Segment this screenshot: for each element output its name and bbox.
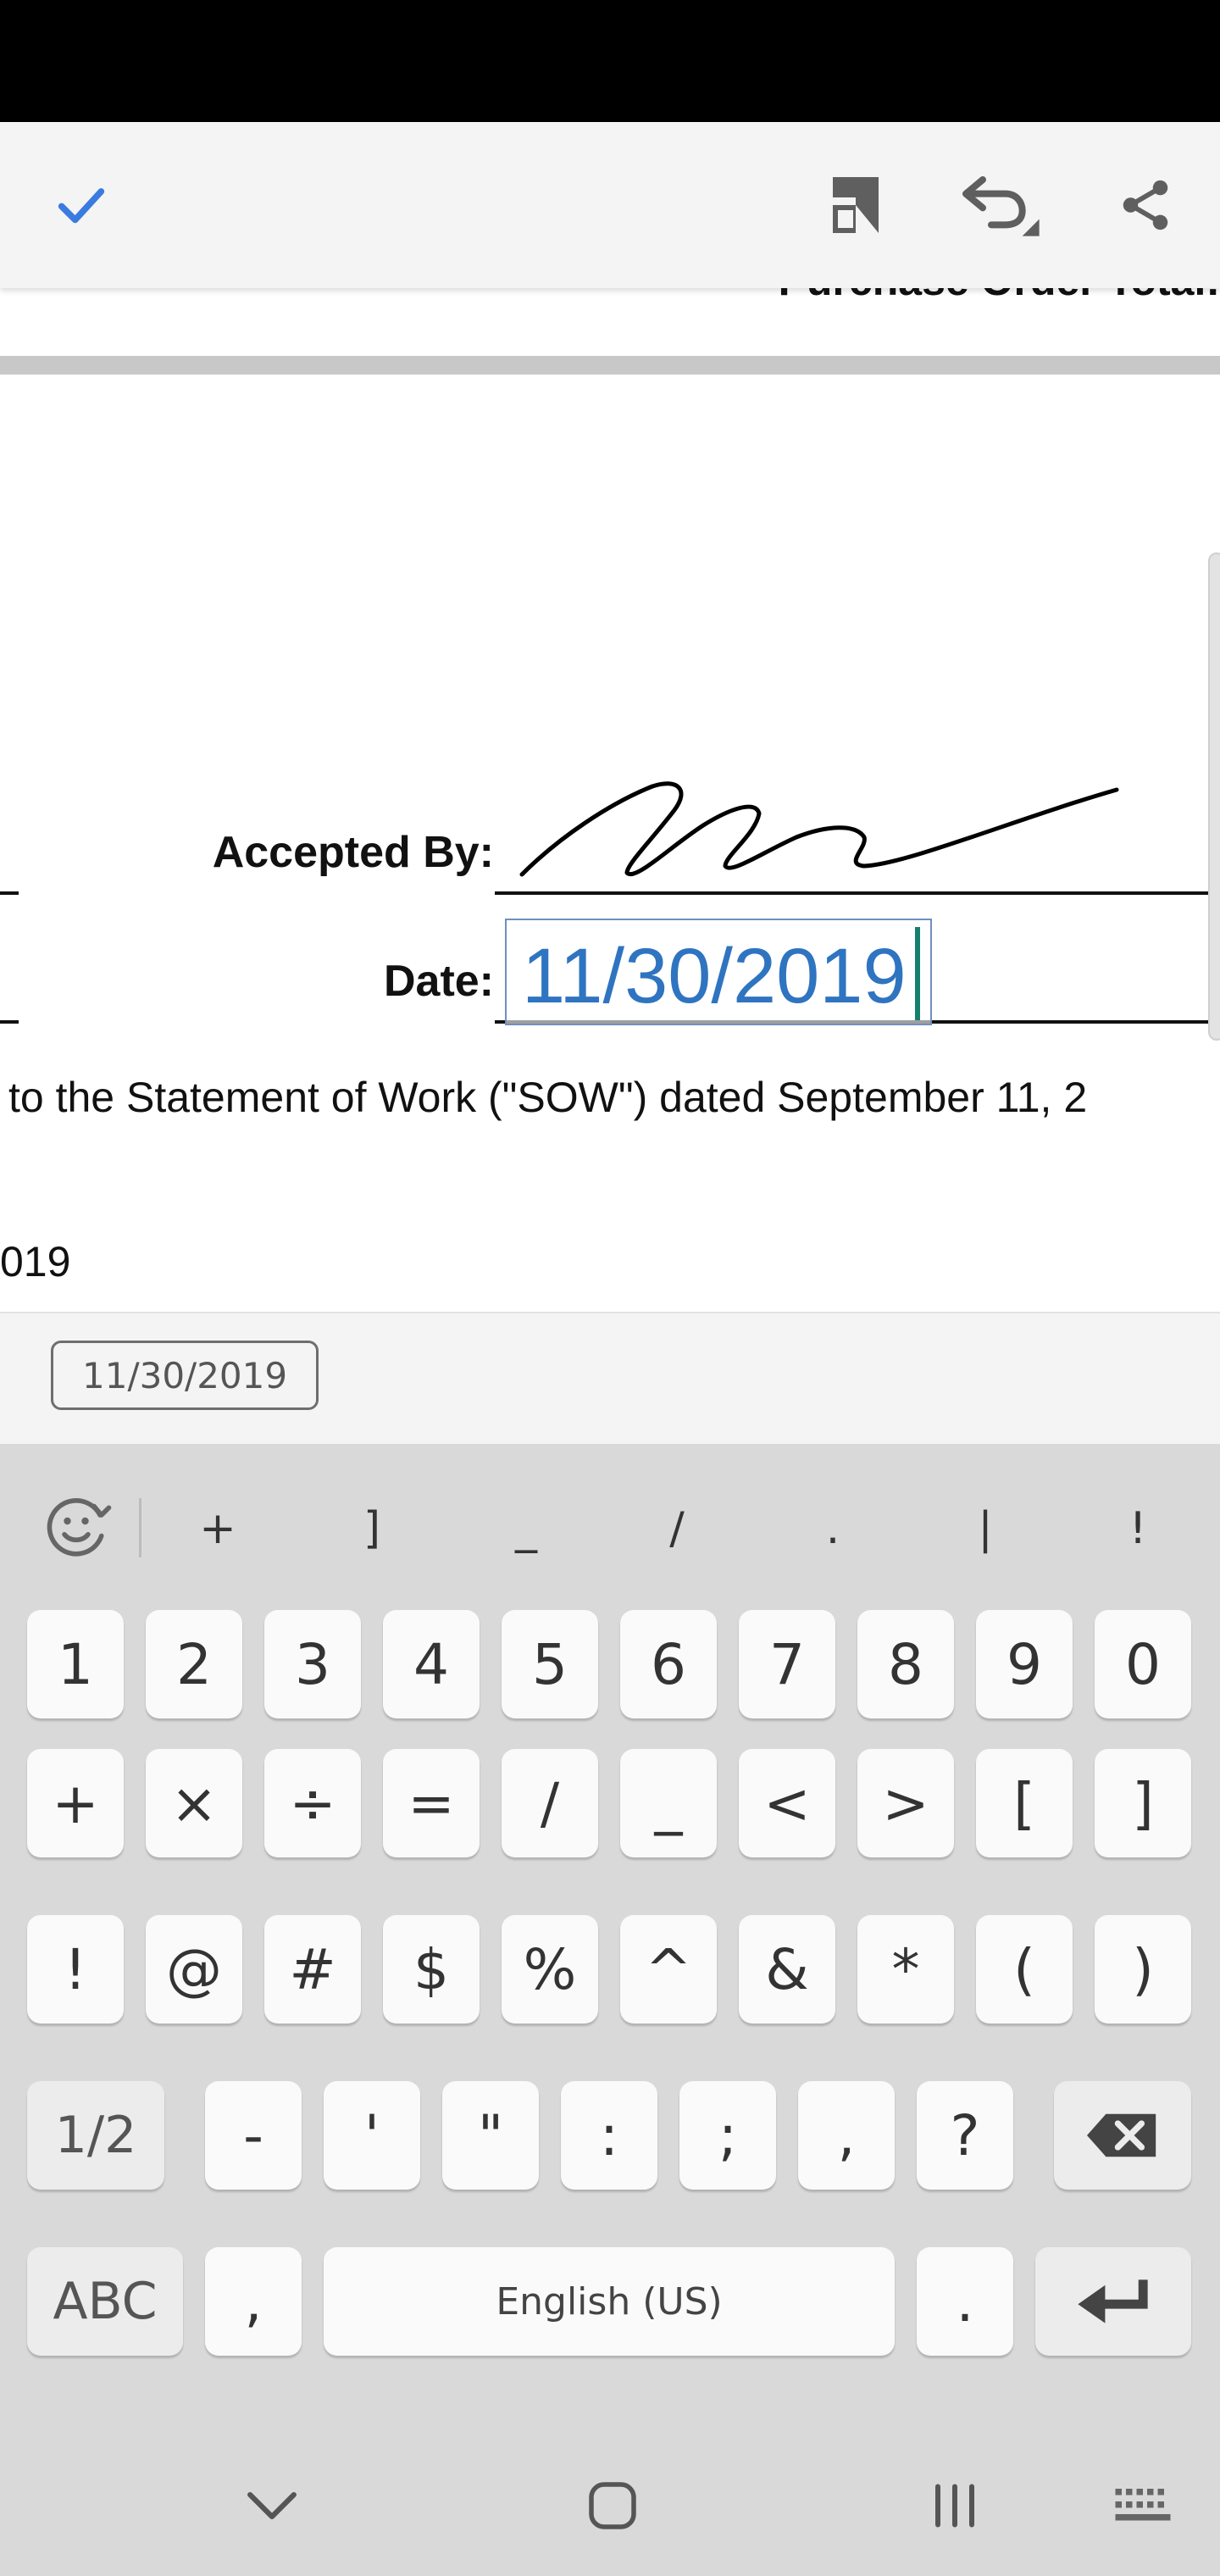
date-label: Date: xyxy=(383,957,494,1006)
key-comma[interactable]: , xyxy=(798,2081,895,2190)
key-semicolon[interactable]: ; xyxy=(679,2081,776,2190)
accepted-by-line xyxy=(495,891,1220,895)
key-3[interactable]: 3 xyxy=(264,1610,361,1718)
strip-key-underscore[interactable]: _ xyxy=(488,1495,564,1563)
key-right-paren[interactable]: ) xyxy=(1095,1915,1191,2024)
key-at[interactable]: @ xyxy=(146,1915,242,2024)
strip-key-exclamation[interactable]: ! xyxy=(1100,1495,1176,1563)
key-right-bracket[interactable]: ] xyxy=(1095,1749,1191,1857)
chevron-down-icon xyxy=(247,2491,297,2520)
key-question[interactable]: ? xyxy=(917,2081,1013,2190)
nav-back-button[interactable] xyxy=(234,2468,310,2544)
symbol-strip: + ] _ / . | ! xyxy=(0,1444,1220,1610)
strip-key-period[interactable]: . xyxy=(795,1495,871,1563)
check-icon xyxy=(58,188,105,224)
backspace-icon xyxy=(1087,2113,1156,2157)
date-line-left xyxy=(0,1020,19,1024)
key-1[interactable]: 1 xyxy=(27,1610,124,1718)
strip-key-slash[interactable]: / xyxy=(639,1495,715,1563)
document-body-text-continued: 019 xyxy=(0,1238,71,1285)
undo-icon xyxy=(962,176,1040,236)
key-ampersand[interactable]: & xyxy=(739,1915,835,2024)
text-cursor xyxy=(915,927,920,1020)
key-hash[interactable]: # xyxy=(264,1915,361,2024)
key-quote[interactable]: " xyxy=(442,2081,539,2190)
nav-home-button[interactable] xyxy=(574,2468,651,2544)
editor-toolbar xyxy=(0,122,1220,288)
emoji-icon[interactable] xyxy=(41,1491,112,1563)
key-left-paren[interactable]: ( xyxy=(976,1915,1073,2024)
done-button[interactable] xyxy=(34,158,129,253)
page-layout-icon xyxy=(833,177,879,233)
key-7[interactable]: 7 xyxy=(739,1610,835,1718)
document-body-text: to the Statement of Work ("SOW") dated S… xyxy=(8,1074,1088,1121)
keyboard-icon xyxy=(1115,2489,1171,2521)
key-4[interactable]: 4 xyxy=(383,1610,480,1718)
key-plus[interactable]: + xyxy=(27,1749,124,1857)
comma-key[interactable]: , xyxy=(205,2247,302,2356)
suggestion-bar: 11/30/2019 xyxy=(0,1312,1220,1444)
key-equals[interactable]: = xyxy=(383,1749,480,1857)
home-icon xyxy=(589,2482,636,2529)
backspace-key[interactable] xyxy=(1054,2081,1191,2190)
strip-divider xyxy=(139,1498,141,1557)
strip-key-pipe[interactable]: | xyxy=(947,1495,1023,1563)
period-key[interactable]: . xyxy=(917,2247,1013,2356)
key-2[interactable]: 2 xyxy=(146,1610,242,1718)
space-key[interactable]: English (US) xyxy=(324,2247,895,2356)
key-8[interactable]: 8 xyxy=(857,1610,954,1718)
key-less-than[interactable]: < xyxy=(739,1749,835,1857)
signature-line-left xyxy=(0,891,19,895)
enter-icon xyxy=(1078,2279,1148,2323)
key-9[interactable]: 9 xyxy=(976,1610,1073,1718)
key-apostrophe[interactable]: ' xyxy=(324,2081,420,2190)
strip-key-bracket[interactable]: ] xyxy=(334,1495,410,1563)
key-caret[interactable]: ^ xyxy=(620,1915,717,2024)
key-exclamation[interactable]: ! xyxy=(27,1915,124,2024)
page-toggle-key[interactable]: 1/2 xyxy=(27,2081,164,2190)
recents-icon xyxy=(935,2484,974,2528)
key-6[interactable]: 6 xyxy=(620,1610,717,1718)
previous-page: Purchase Order Total: xyxy=(0,288,1220,356)
nav-keyboard-button[interactable] xyxy=(1105,2468,1181,2544)
enter-key[interactable] xyxy=(1035,2247,1191,2356)
strip-key-plus[interactable]: + xyxy=(180,1495,256,1563)
suggestion-chip[interactable]: 11/30/2019 xyxy=(51,1341,319,1410)
key-hyphen[interactable]: - xyxy=(205,2081,302,2190)
handwritten-signature[interactable] xyxy=(508,737,1135,898)
key-multiply[interactable]: × xyxy=(146,1749,242,1857)
scrollbar-thumb[interactable] xyxy=(1208,552,1220,1041)
page-layout-button[interactable] xyxy=(808,158,903,253)
document-view[interactable]: Purchase Order Total: Accepted By: Date:… xyxy=(0,288,1220,1312)
key-percent[interactable]: % xyxy=(502,1915,598,2024)
key-greater-than[interactable]: > xyxy=(857,1749,954,1857)
key-underscore[interactable]: _ xyxy=(620,1749,717,1857)
abc-key[interactable]: ABC xyxy=(27,2247,183,2356)
key-colon[interactable]: : xyxy=(561,2081,657,2190)
date-input-field[interactable]: 11/30/2019 xyxy=(505,919,932,1025)
key-divide[interactable]: ÷ xyxy=(264,1749,361,1857)
share-button[interactable] xyxy=(1098,158,1193,253)
date-value: 11/30/2019 xyxy=(522,933,907,1019)
key-asterisk[interactable]: * xyxy=(857,1915,954,2024)
nav-recents-button[interactable] xyxy=(917,2468,993,2544)
page-separator xyxy=(0,356,1220,375)
key-left-bracket[interactable]: [ xyxy=(976,1749,1073,1857)
key-0[interactable]: 0 xyxy=(1095,1610,1191,1718)
share-icon xyxy=(1123,180,1168,230)
symbol-keyboard: + ] _ / . | ! 1 2 3 4 5 6 7 8 9 0 + × ÷ … xyxy=(0,1444,1220,2576)
key-dollar[interactable]: $ xyxy=(383,1915,480,2024)
key-slash[interactable]: / xyxy=(502,1749,598,1857)
previous-page-text: Purchase Order Total: xyxy=(779,288,1220,305)
accepted-by-label: Accepted By: xyxy=(212,828,494,877)
status-bar xyxy=(0,0,1220,122)
undo-button[interactable] xyxy=(952,158,1047,253)
navigation-bar xyxy=(0,2435,1220,2576)
key-5[interactable]: 5 xyxy=(502,1610,598,1718)
